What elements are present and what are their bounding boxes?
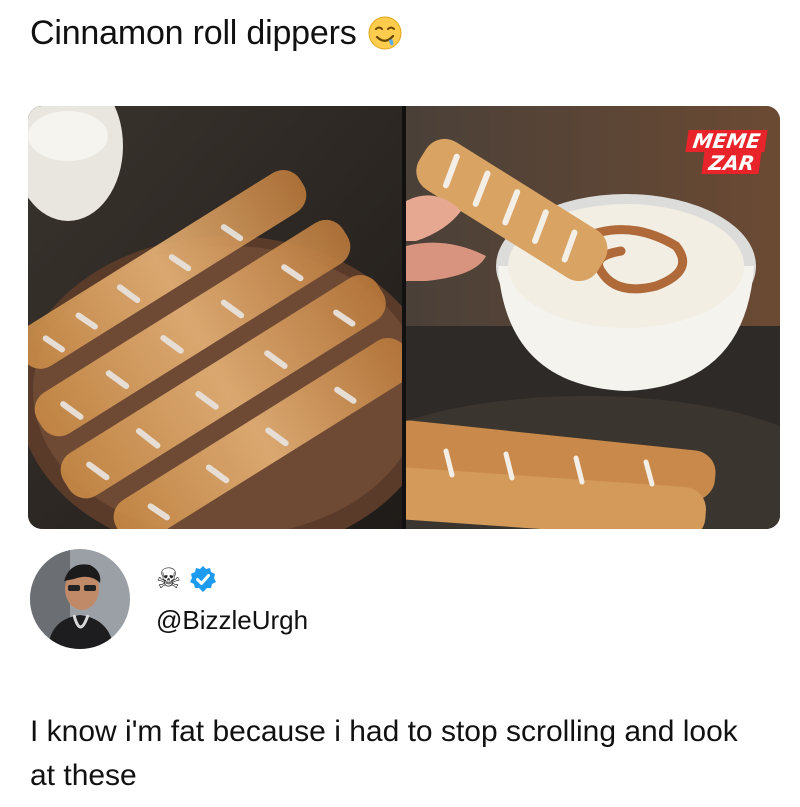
drooling-face-icon bbox=[368, 16, 402, 50]
photo-panel-plate bbox=[28, 106, 402, 529]
skull-icon: ☠ bbox=[156, 563, 182, 594]
avatar[interactable] bbox=[30, 549, 130, 649]
author-badges: ☠ bbox=[156, 562, 308, 596]
author-row: ☠ @BizzleUrgh bbox=[30, 549, 308, 649]
memezar-watermark: MEME ZAR bbox=[684, 129, 768, 176]
post-title: Cinnamon roll dippers bbox=[30, 14, 357, 52]
post-photo[interactable]: MEME ZAR bbox=[28, 106, 780, 529]
avatar-image bbox=[30, 549, 130, 649]
author-handle[interactable]: @BizzleUrgh bbox=[156, 604, 308, 636]
post-caption: I know i'm fat because i had to stop scr… bbox=[30, 715, 738, 792]
verified-badge-icon bbox=[190, 566, 217, 592]
author-meta: ☠ @BizzleUrgh bbox=[156, 562, 308, 636]
watermark-line2: ZAR bbox=[701, 151, 762, 175]
post-title-row: Cinnamon roll dippers bbox=[30, 8, 403, 58]
watermark-line1: MEME bbox=[685, 129, 768, 153]
